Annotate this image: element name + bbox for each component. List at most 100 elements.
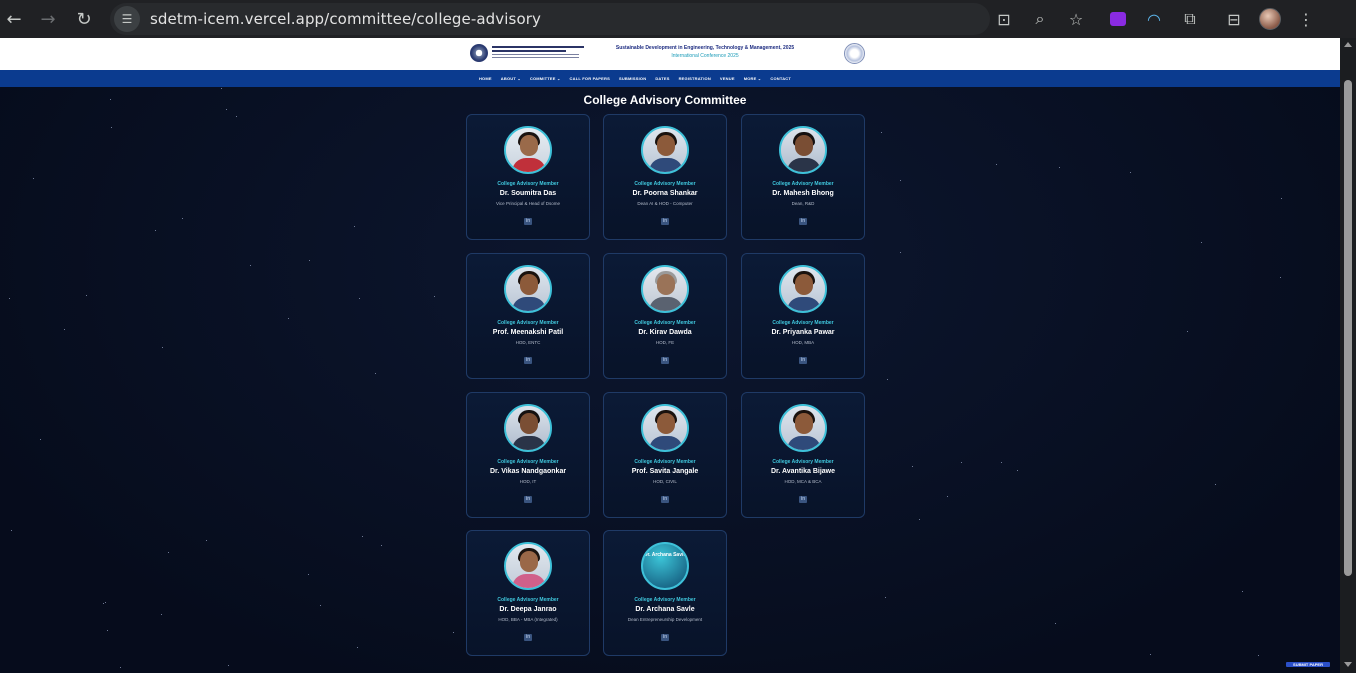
reload-icon[interactable]: ↻ (70, 5, 98, 33)
member-card: Dr. Archana Savle College Advisory Member… (603, 530, 727, 656)
linkedin-icon[interactable]: in (661, 496, 669, 503)
scrollbar-thumb[interactable] (1344, 80, 1352, 576)
member-photo (779, 265, 827, 313)
member-role: College Advisory Member (634, 597, 696, 603)
wifi-extension-icon[interactable]: ◠ (1136, 5, 1172, 33)
nav-call-for-papers[interactable]: CALL FOR PAPERS (570, 76, 610, 81)
forward-arrow-icon[interactable]: → (34, 5, 62, 33)
member-card: College Advisory Member Dr. Deepa Janrao H… (466, 530, 590, 656)
member-card: College Advisory Member Dr. Vikas Nandgao… (466, 392, 590, 518)
photo-placeholder-text: Dr. Archana Savle (643, 552, 687, 558)
scroll-up-arrow-icon[interactable] (1344, 42, 1352, 47)
browser-menu-icon[interactable]: ⋮ (1288, 5, 1324, 33)
zoom-icon[interactable]: ⌕ (1022, 5, 1058, 33)
address-bar[interactable]: ☰ sdetm-icem.vercel.app/committee/colleg… (110, 3, 990, 35)
extension-purple-icon[interactable] (1100, 5, 1136, 33)
member-photo (504, 542, 552, 590)
member-role: College Advisory Member (497, 597, 559, 603)
install-app-icon[interactable]: ⊡ (986, 5, 1022, 33)
bookmark-star-icon[interactable]: ☆ (1058, 5, 1094, 33)
url-text[interactable]: sdetm-icem.vercel.app/committee/college-… (150, 10, 541, 28)
nav-venue[interactable]: VENUE (720, 76, 735, 81)
member-photo (779, 126, 827, 174)
member-role: College Advisory Member (772, 320, 834, 326)
nav-dates[interactable]: DATES (655, 76, 669, 81)
member-card: College Advisory Member Dr. Soumitra Das V… (466, 114, 590, 240)
member-photo: Dr. Archana Savle (641, 542, 689, 590)
member-card: College Advisory Member Dr. Priyanka Pawa… (741, 253, 865, 379)
member-designation: HOD, FE (655, 340, 675, 345)
member-role: College Advisory Member (634, 320, 696, 326)
member-photo (641, 126, 689, 174)
member-designation: Dean, R&D (791, 201, 815, 206)
member-card: College Advisory Member Prof. Meenakshi P… (466, 253, 590, 379)
college-logo[interactable] (470, 44, 584, 62)
member-photo (504, 126, 552, 174)
member-designation: Dean AI & HOD - Computer (637, 201, 693, 206)
member-name: Dr. Soumitra Das (499, 190, 557, 197)
nav-about[interactable]: ABOUT ⌄ (501, 76, 521, 81)
member-name: Dr. Avantika Bijawe (770, 468, 836, 475)
linkedin-icon[interactable]: in (799, 496, 807, 503)
linkedin-icon[interactable]: in (799, 218, 807, 225)
member-name: Dr. Archana Savle (635, 606, 695, 613)
member-role: College Advisory Member (497, 181, 559, 187)
college-seal-icon (470, 44, 488, 62)
site-settings-icon[interactable]: ☰ (114, 6, 140, 32)
university-seal-icon (844, 43, 865, 64)
nav-home[interactable]: HOME (479, 76, 492, 81)
profile-avatar[interactable] (1252, 5, 1288, 33)
member-role: College Advisory Member (634, 181, 696, 187)
linkedin-icon[interactable]: in (799, 357, 807, 364)
member-name: Dr. Priyanka Pawar (771, 329, 835, 336)
nav-registration[interactable]: REGISTRATION (679, 76, 711, 81)
extensions-puzzle-icon[interactable]: ⧉ (1172, 5, 1208, 33)
nav-contact[interactable]: CONTACT (770, 76, 791, 81)
member-card: College Advisory Member Dr. Avantika Bija… (741, 392, 865, 518)
member-designation: Dean Entrepreneurship Development (627, 617, 703, 622)
linkedin-icon[interactable]: in (661, 218, 669, 225)
member-name: Dr. Vikas Nandgaonkar (489, 468, 567, 475)
page-scrollbar[interactable] (1340, 38, 1356, 673)
page-title: College Advisory Committee (583, 93, 747, 107)
member-card: College Advisory Member Dr. Kirav Dawda HO… (603, 253, 727, 379)
member-designation: Vice Principal & Head of Dsome (496, 201, 560, 206)
nav-committee[interactable]: COMMITTEE ⌄ (530, 76, 561, 81)
member-designation: HOD, ENTC (515, 340, 541, 345)
member-name: Dr. Mahesh Bhong (772, 190, 834, 197)
scroll-down-arrow-icon[interactable] (1344, 662, 1352, 667)
linkedin-icon[interactable]: in (524, 357, 532, 364)
conference-title: Sustainable Development in Engineering, … (615, 45, 795, 59)
member-designation: HOD, MBA (791, 340, 815, 345)
main-nav: HOME ABOUT ⌄ COMMITTEE ⌄ CALL FOR PAPERS… (0, 70, 1340, 87)
member-designation: HOD, BBA - MBA (Integrated) (498, 617, 558, 622)
linkedin-icon[interactable]: in (661, 357, 669, 364)
member-role: College Advisory Member (497, 320, 559, 326)
linkedin-icon[interactable]: in (524, 496, 532, 503)
member-name: Dr. Kirav Dawda (638, 329, 692, 336)
member-photo (779, 404, 827, 452)
browser-toolbar: ← → ↻ ☰ sdetm-icem.vercel.app/committee/… (0, 0, 1356, 38)
nav-more[interactable]: MORE ⌄ (744, 76, 762, 81)
linkedin-icon[interactable]: in (524, 218, 532, 225)
member-role: College Advisory Member (634, 459, 696, 465)
member-photo (504, 265, 552, 313)
member-photo (641, 265, 689, 313)
member-name: Dr. Deepa Janrao (499, 606, 557, 613)
member-designation: HOD, MCA & BCA (784, 479, 822, 484)
site-header: Sustainable Development in Engineering, … (0, 38, 1340, 70)
member-name: Prof. Meenakshi Patil (492, 329, 564, 336)
member-designation: HOD, CIVIL (653, 479, 677, 484)
linkedin-icon[interactable]: in (661, 634, 669, 641)
member-card: College Advisory Member Dr. Poorna Shanka… (603, 114, 727, 240)
nav-submission[interactable]: SUBMISSION (619, 76, 646, 81)
member-designation: HOD, IT (519, 479, 537, 484)
linkedin-icon[interactable]: in (524, 634, 532, 641)
member-photo (641, 404, 689, 452)
submit-paper-badge[interactable]: SUBMIT PAPER (1286, 662, 1330, 667)
member-card: College Advisory Member Prof. Savita Jang… (603, 392, 727, 518)
tab-search-icon[interactable]: ⊟ (1216, 5, 1252, 33)
member-role: College Advisory Member (497, 459, 559, 465)
back-arrow-icon[interactable]: ← (0, 5, 28, 33)
member-role: College Advisory Member (772, 459, 834, 465)
